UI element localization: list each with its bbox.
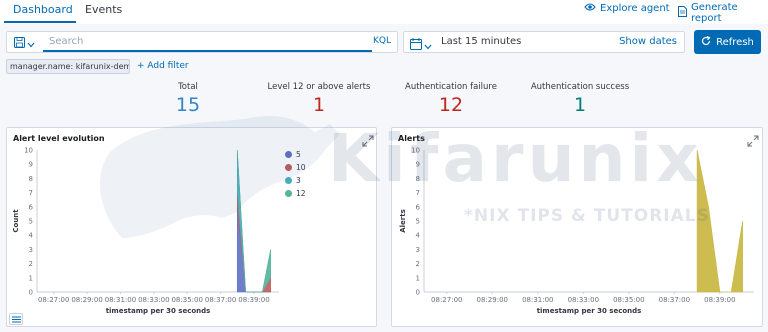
x-axis-title: timestamp per 30 seconds — [537, 307, 642, 315]
generate-report-label: Generate report — [691, 2, 738, 24]
legend-swatch — [285, 177, 292, 184]
y-tick-label: 7 — [29, 189, 33, 197]
x-tick-label: 08:31:00 — [105, 296, 136, 304]
metric-label: Authentication success — [530, 82, 630, 92]
x-tick-label: 08:27:00 — [431, 296, 462, 304]
explore-agent-label: Explore agent — [600, 3, 670, 14]
metric-level-12: Level 12 or above alerts 1 — [259, 82, 379, 116]
legend-label: 10 — [296, 163, 306, 172]
save-icon — [13, 33, 25, 52]
metric-value: 1 — [573, 94, 587, 116]
chart-legend: 5 10 3 12 — [285, 148, 306, 200]
x-tick-label: 08:31:00 — [522, 296, 553, 304]
x-tick-label: 08:35:00 — [613, 296, 644, 304]
date-picker: Last 15 minutes Show dates — [403, 31, 685, 53]
metric-label: Level 12 or above alerts — [267, 82, 371, 92]
metric-value: 12 — [438, 94, 464, 116]
x-tick-label: 08:39:00 — [704, 296, 735, 304]
y-tick-label: 0 — [29, 289, 33, 297]
legend-label: 12 — [296, 189, 306, 198]
y-tick-label: 10 — [24, 147, 33, 155]
y-tick-label: 4 — [29, 232, 34, 240]
chevron-down-icon — [424, 35, 432, 54]
alerts-chart: 0 1 2 3 4 5 6 7 8 9 10 08:27:00 08:29:00 08:31:00 08:3… — [399, 147, 754, 315]
legend-swatch — [285, 151, 292, 158]
filter-pill[interactable]: manager.name: kifarunix-demo — [6, 59, 130, 74]
chevron-down-icon — [27, 33, 35, 52]
y-tick-label: 8 — [416, 175, 420, 183]
x-tick-label: 08:33:00 — [568, 296, 599, 304]
alert-level-evolution-panel: Alert level evolution 0 1 2 3 4 5 6 7 8 9 10 08:27:… — [6, 127, 377, 327]
x-tick-label: 08:37:00 — [659, 296, 690, 304]
y-tick-label: 9 — [416, 161, 420, 169]
y-tick-label: 1 — [416, 274, 420, 282]
search-input[interactable] — [43, 32, 372, 52]
legend-item[interactable]: 3 — [285, 174, 306, 187]
y-axis-title: Alerts — [399, 209, 407, 233]
x-axis-title: timestamp per 30 seconds — [106, 307, 211, 315]
legend-item[interactable]: 12 — [285, 187, 306, 200]
legend-label: 3 — [296, 176, 301, 185]
tab-bar: Dashboard Events Explore agent Generate … — [0, 0, 768, 24]
show-dates-link[interactable]: Show dates — [619, 36, 677, 47]
metric-label: Authentication failure — [405, 82, 497, 92]
eye-icon — [584, 2, 596, 15]
legend-item[interactable]: 5 — [285, 148, 306, 161]
wazuh-dashboard: Dashboard Events Explore agent Generate … — [0, 0, 768, 332]
refresh-icon — [701, 35, 711, 49]
document-icon — [678, 6, 687, 20]
generate-report-button[interactable]: Generate report — [678, 2, 768, 24]
alert-level-chart: 01234567891008:27:00 08:29:00 08:31:00 08:3… — [12, 147, 279, 315]
x-tick-label: 08:33:00 — [138, 296, 169, 304]
tab-events[interactable]: Events — [85, 3, 122, 16]
date-range-text[interactable]: Last 15 minutes — [441, 36, 521, 47]
x-tick-label: 08:39:00 — [238, 296, 269, 304]
y-tick-label: 3 — [29, 246, 33, 254]
quick-select-button[interactable] — [410, 35, 432, 54]
explore-agent-button[interactable]: Explore agent — [584, 2, 670, 15]
legend-swatch — [285, 190, 292, 197]
series-area[interactable] — [696, 149, 743, 293]
y-tick-label: 10 — [411, 147, 420, 155]
y-tick-label: 2 — [416, 260, 420, 268]
alerts-panel: Alerts 0 1 2 3 4 5 6 7 8 9 10 08:27:00 08:29:00 08:31… — [391, 127, 763, 327]
y-tick-label: 6 — [416, 203, 421, 211]
x-tick-label: 08:29:00 — [71, 296, 102, 304]
legend-swatch — [285, 164, 292, 171]
y-tick-label: 5 — [416, 218, 420, 226]
y-tick-label: 5 — [29, 218, 33, 226]
x-tick-label: 08:29:00 — [477, 296, 508, 304]
metric-total: Total 15 — [158, 82, 218, 116]
kql-toggle[interactable]: KQL — [373, 36, 391, 46]
y-tick-label: 6 — [29, 203, 34, 211]
active-tab-indicator — [4, 21, 76, 23]
legend-label: 5 — [296, 150, 301, 159]
y-tick-label: 9 — [29, 161, 33, 169]
y-tick-label: 7 — [416, 189, 420, 197]
legend-item[interactable]: 10 — [285, 161, 306, 174]
metric-value: 15 — [175, 94, 201, 116]
y-tick-label: 0 — [416, 289, 420, 297]
refresh-label: Refresh — [716, 36, 754, 48]
x-tick-label: 08:37:00 — [205, 296, 236, 304]
tab-dashboard[interactable]: Dashboard — [13, 3, 73, 16]
y-axis-title: Count — [12, 209, 20, 233]
query-bar: KQL — [6, 31, 398, 53]
y-tick-label: 2 — [29, 260, 33, 268]
metric-value: 1 — [312, 94, 326, 116]
x-tick-label: 08:27:00 — [38, 296, 69, 304]
calendar-icon — [410, 35, 422, 54]
y-tick-label: 4 — [416, 232, 421, 240]
metric-auth-failure: Authentication failure 12 — [396, 82, 506, 116]
add-filter-link[interactable]: + Add filter — [137, 61, 189, 71]
y-tick-label: 1 — [29, 274, 33, 282]
metric-auth-success: Authentication success 1 — [524, 82, 636, 116]
x-tick-label: 08:35:00 — [171, 296, 202, 304]
list-icon[interactable] — [9, 313, 23, 325]
y-tick-label: 8 — [29, 175, 33, 183]
metric-label: Total — [178, 82, 198, 92]
refresh-button[interactable]: Refresh — [694, 30, 761, 54]
y-tick-label: 3 — [416, 246, 420, 254]
saved-query-button[interactable] — [7, 32, 41, 52]
